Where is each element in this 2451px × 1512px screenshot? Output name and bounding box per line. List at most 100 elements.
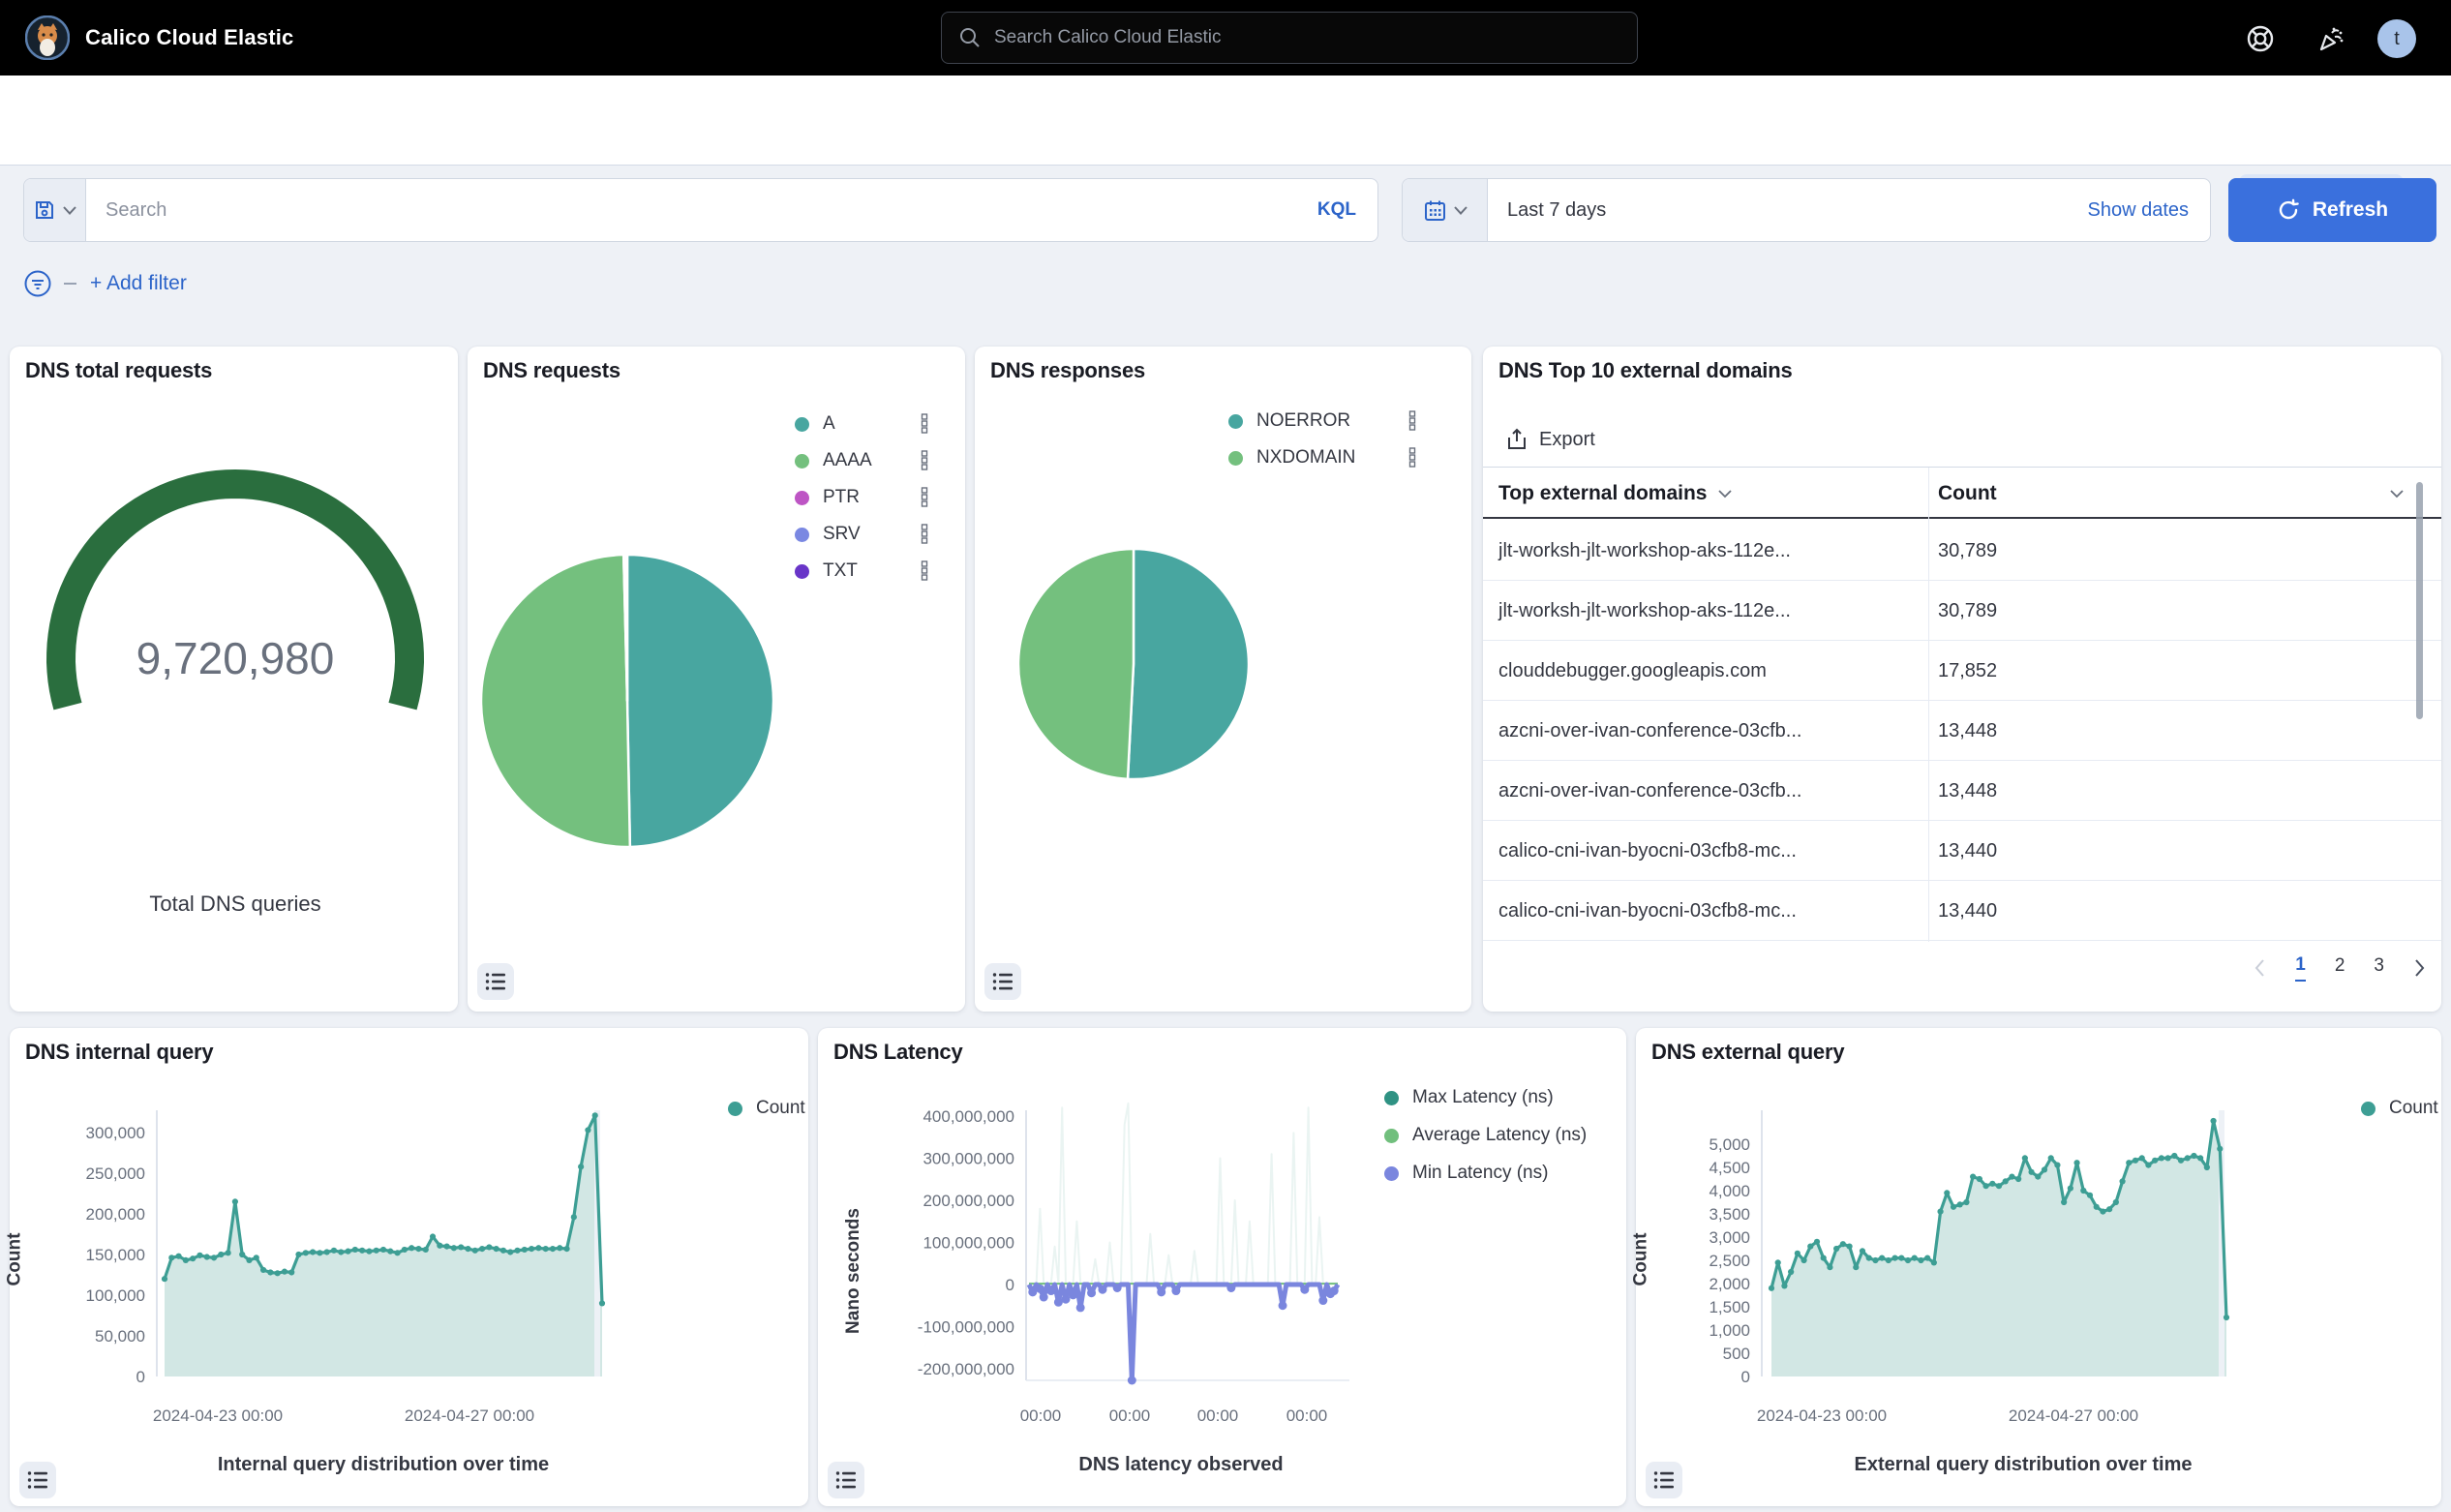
user-avatar[interactable]: t	[2377, 19, 2416, 58]
time-picker[interactable]: Last 7 days Show dates	[1402, 178, 2211, 242]
legend-more-actions-icon[interactable]	[921, 560, 929, 586]
pie-slice-AAAA[interactable]	[481, 555, 630, 847]
data-point	[465, 1246, 470, 1252]
x-tick-label: 2024-04-23 00:00	[153, 1406, 283, 1425]
data-point	[494, 1246, 499, 1252]
table-row[interactable]: calico-cni-ivan-byocni-03cfb8-mc...13,44…	[1483, 821, 2441, 881]
panel-dns-requests: DNS requests AAAAAPTRSRVTXT	[468, 347, 965, 1012]
pie-slice-NOERROR[interactable]	[1128, 549, 1249, 779]
data-point	[2119, 1178, 2125, 1184]
legend-more-actions-icon[interactable]	[1408, 447, 1417, 472]
legend-item-Count[interactable]: Count	[728, 1098, 805, 1119]
data-point	[444, 1244, 450, 1250]
app-logo-icon[interactable]	[25, 15, 70, 60]
data-point	[451, 1245, 457, 1251]
y-tick-label: 3,500	[1709, 1205, 1750, 1224]
page-button-3[interactable]: 3	[2374, 955, 2384, 981]
legend-item-PTR[interactable]: PTR	[795, 487, 860, 508]
page-button-2[interactable]: 2	[2335, 955, 2345, 981]
legend-item-Min Latency (ns)[interactable]: Min Latency (ns)	[1384, 1163, 1548, 1184]
avatar-initial: t	[2394, 28, 2400, 50]
news-party-popper-icon[interactable]	[2315, 24, 2345, 53]
pie-chart[interactable]	[468, 347, 965, 1012]
column-header-count[interactable]: Count	[1938, 468, 2426, 519]
gauge-label: Total DNS queries	[149, 892, 320, 916]
help-lifebuoy-icon[interactable]	[2246, 24, 2275, 53]
data-point	[168, 1255, 174, 1260]
legend-more-actions-icon[interactable]	[921, 413, 929, 438]
legend-toggle-button[interactable]	[984, 963, 1021, 1000]
data-point	[254, 1255, 259, 1260]
legend-item-A[interactable]: A	[795, 413, 835, 435]
gauge-chart: 9,720,980Total DNS queries	[10, 347, 458, 1012]
data-point	[1775, 1259, 1781, 1265]
legend-item-Count[interactable]: Count	[2361, 1098, 2438, 1119]
data-point	[1300, 1285, 1309, 1294]
table-row[interactable]: azcni-over-ivan-conference-03cfb...13,44…	[1483, 761, 2441, 821]
table-row[interactable]: calico-cni-ivan-byocni-03cfb8-mc...13,44…	[1483, 881, 2441, 941]
pie-chart[interactable]	[975, 347, 1471, 1012]
cell-count: 17,852	[1938, 641, 1997, 701]
legend-item-Average Latency (ns)[interactable]: Average Latency (ns)	[1384, 1125, 1587, 1146]
area-chart[interactable]: 050,000100,000150,000200,000250,000300,0…	[10, 1028, 808, 1506]
filter-icon[interactable]	[23, 269, 52, 298]
area-chart[interactable]: 05001,0001,5002,0002,5003,0003,5004,0004…	[1636, 1028, 2441, 1506]
pie-slice-A[interactable]	[627, 555, 773, 847]
data-point	[1036, 1285, 1044, 1293]
table-row[interactable]: clouddebugger.googleapis.com17,852	[1483, 641, 2441, 701]
data-point	[2087, 1193, 2093, 1198]
legend-more-actions-icon[interactable]	[921, 524, 929, 549]
kql-search-input[interactable]	[106, 199, 1317, 222]
show-dates-button[interactable]: Show dates	[2087, 199, 2189, 222]
legend-item-SRV[interactable]: SRV	[795, 524, 861, 545]
data-point	[317, 1250, 322, 1255]
legend-item-Max Latency (ns)[interactable]: Max Latency (ns)	[1384, 1087, 1554, 1108]
y-tick-label: 2,000	[1709, 1275, 1750, 1293]
y-axis-title: Count	[1630, 1233, 1651, 1286]
time-quick-menu[interactable]	[1403, 179, 1488, 241]
add-filter-button[interactable]: + Add filter	[90, 272, 187, 295]
kql-toggle[interactable]: KQL	[1317, 199, 1356, 221]
legend-toggle-button[interactable]	[1646, 1462, 1682, 1498]
legend-dot-icon	[1228, 414, 1243, 429]
data-point	[1905, 1257, 1911, 1263]
legend-toggle-button[interactable]	[19, 1462, 56, 1498]
data-point	[394, 1250, 400, 1255]
data-point	[226, 1250, 231, 1255]
column-header-domains[interactable]: Top external domains	[1498, 468, 1733, 519]
chevron-down-icon	[2389, 489, 2405, 499]
data-point	[1821, 1255, 1827, 1261]
table-row[interactable]: jlt-worksh-jlt-workshop-aks-112e...30,78…	[1483, 581, 2441, 641]
pie-slice-NXDOMAIN[interactable]	[1018, 549, 1134, 779]
legend-item-NXDOMAIN[interactable]: NXDOMAIN	[1228, 447, 1355, 469]
top-app-bar: Calico Cloud Elastic t	[0, 0, 2451, 76]
data-point	[162, 1276, 167, 1282]
legend-item-AAAA[interactable]: AAAA	[795, 450, 872, 471]
global-search-input[interactable]	[994, 27, 1575, 48]
data-point	[331, 1248, 337, 1254]
legend-more-actions-icon[interactable]	[921, 487, 929, 512]
page-next-icon[interactable]	[2413, 958, 2426, 978]
time-range-value[interactable]: Last 7 days	[1507, 199, 2087, 222]
saved-query-menu[interactable]	[24, 179, 86, 241]
y-tick-label: 4,000	[1709, 1182, 1750, 1200]
legend-more-actions-icon[interactable]	[1408, 410, 1417, 436]
export-button[interactable]: Export	[1506, 428, 1595, 451]
table-scrollbar[interactable]	[2416, 482, 2423, 719]
legend-item-NOERROR[interactable]: NOERROR	[1228, 410, 1350, 432]
legend-item-TXT[interactable]: TXT	[795, 560, 858, 582]
page-button-1[interactable]: 1	[2295, 954, 2306, 982]
data-point	[1918, 1257, 1923, 1263]
data-point	[1069, 1290, 1077, 1299]
data-point	[1098, 1285, 1106, 1294]
data-point	[486, 1244, 492, 1250]
table-row[interactable]: jlt-worksh-jlt-workshop-aks-112e...30,78…	[1483, 521, 2441, 581]
legend-toggle-button[interactable]	[477, 963, 514, 1000]
legend-more-actions-icon[interactable]	[921, 450, 929, 475]
query-search-bar[interactable]: KQL	[23, 178, 1378, 242]
page-previous-icon[interactable]	[2254, 958, 2266, 978]
global-search-box[interactable]	[941, 12, 1638, 64]
refresh-button[interactable]: Refresh	[2228, 178, 2436, 242]
table-row[interactable]: azcni-over-ivan-conference-03cfb...13,44…	[1483, 701, 2441, 761]
legend-toggle-button[interactable]	[828, 1462, 864, 1498]
